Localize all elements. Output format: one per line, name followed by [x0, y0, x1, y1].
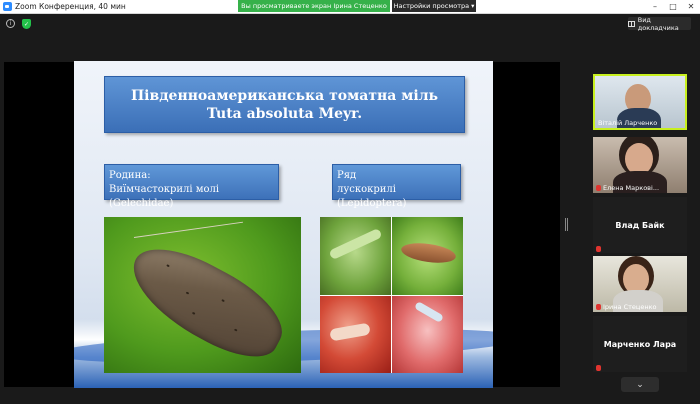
window-title: Zoom Конференция, 40 мин: [15, 2, 126, 11]
participant-tile-5[interactable]: Марченко Лара: [593, 316, 687, 372]
larva-photo-2: [320, 295, 391, 373]
larva-photo-3: [392, 295, 463, 373]
moth-antenna: [133, 221, 243, 238]
gallery-scroll-down-button[interactable]: ⌄: [621, 377, 659, 392]
minimize-button[interactable]: –: [646, 0, 664, 13]
mic-muted-icon: [596, 185, 601, 191]
chevron-down-icon: ▾: [471, 2, 475, 10]
slide-title-line1: Південноамериканська томатна міль: [130, 87, 439, 104]
larva-photo-grid: [320, 217, 463, 373]
mic-muted-icon: [596, 304, 601, 310]
screen-share-banner: Вы просматриваете экран Ірина Стеценко: [238, 0, 390, 12]
participant-tile-3[interactable]: Влад Байк: [593, 197, 687, 253]
participant-tile-1[interactable]: Віталій Ларченко: [593, 74, 687, 130]
slide-title-line2: Tuta absoluta Meyr.: [206, 105, 363, 122]
participant-name: Віталій Ларченко: [598, 119, 658, 127]
order-label: Ряд: [337, 170, 357, 181]
view-options-button[interactable]: Настройки просмотра ▾: [392, 0, 476, 12]
participant-tile-4[interactable]: Ірина Стеценко: [593, 256, 687, 312]
participant-name-center: Марченко Лара: [603, 339, 677, 349]
view-mode-label: Вид докладчика: [637, 15, 679, 32]
window-titlebar: Zoom Конференция, 40 мин Вы просматривае…: [0, 0, 700, 14]
pupa-photo: [392, 217, 463, 295]
family-box: Родина: Виїмчастокрилі молі (Gelechidae): [104, 164, 279, 209]
order-box: Ряд лускокрилі (Lepidoptera): [332, 164, 461, 209]
participant-mic-status: [596, 365, 601, 371]
view-mode-button[interactable]: Вид докладчика: [628, 15, 691, 32]
participant-name-center: Влад Байк: [615, 220, 665, 230]
view-options-label: Настройки просмотра: [393, 2, 470, 10]
order-value: лускокрилі (Lepidoptera): [337, 184, 407, 209]
moth-photo: [104, 217, 301, 373]
panel-resize-handle[interactable]: [565, 218, 568, 231]
mic-muted-icon: [596, 365, 601, 371]
family-label: Родина:: [109, 170, 151, 181]
family-value: Виїмчастокрилі молі (Gelechidae): [109, 184, 220, 209]
app-title: Zoom Конференция, 40 мин: [3, 0, 126, 13]
participant-name: Елена Маркові...: [596, 184, 659, 192]
grid-icon: [628, 20, 635, 27]
window-controls: – □ ✕: [646, 0, 700, 13]
slide-title: Південноамериканська томатна міль Tuta a…: [104, 76, 465, 133]
presentation-slide: Південноамериканська томатна міль Tuta a…: [74, 61, 493, 388]
zoom-logo-icon: [3, 2, 12, 11]
participant-tile-2[interactable]: Елена Маркові...: [593, 137, 687, 193]
mic-muted-icon: [596, 246, 601, 252]
larva-photo-1: [320, 217, 391, 295]
close-button[interactable]: ✕: [682, 0, 700, 13]
participant-mic-status: [596, 246, 601, 252]
moth-wing: [117, 232, 296, 372]
encryption-shield-icon[interactable]: ✓: [22, 19, 31, 29]
maximize-button[interactable]: □: [664, 0, 682, 13]
meeting-info-icon[interactable]: i: [6, 19, 15, 28]
participant-name: Ірина Стеценко: [596, 303, 656, 311]
